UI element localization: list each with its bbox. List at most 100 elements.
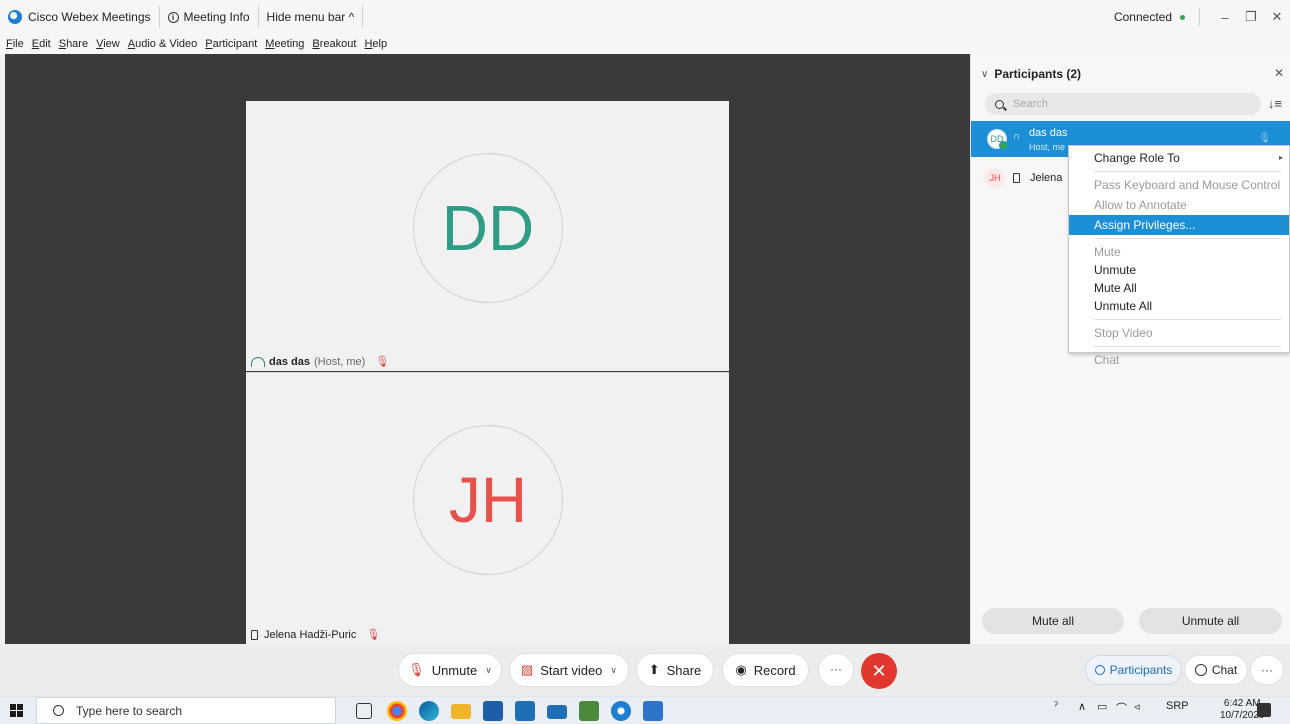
panel-more-button[interactable]: ···	[1250, 655, 1284, 685]
menu-view[interactable]: View	[96, 38, 120, 50]
video-off-icon: ▨	[520, 662, 534, 677]
menu-allow-annotate: Allow to Annotate	[1094, 198, 1187, 212]
photos-icon[interactable]	[579, 701, 599, 721]
menu-file[interactable]: File	[6, 38, 24, 50]
tile-name: das das	[269, 355, 310, 368]
close-panel-icon[interactable]: ✕	[1274, 66, 1284, 80]
volume-icon[interactable]: ◃	[1134, 700, 1140, 713]
tile-name: Jelena Hadži-Puric	[264, 628, 357, 641]
headset-icon	[251, 356, 265, 367]
mail-icon[interactable]	[547, 705, 567, 719]
taskbar-search-placeholder: Type here to search	[76, 703, 183, 718]
menu-divider	[1094, 319, 1281, 320]
participant-name: das das	[1029, 127, 1068, 139]
mute-all-button[interactable]: Mute all	[982, 608, 1124, 634]
share-icon: ⬆︎	[648, 662, 660, 677]
avatar: JH	[985, 168, 1005, 188]
panel-title: Participants (2)	[994, 67, 1082, 81]
participants-header[interactable]: ∨ Participants (2)	[981, 64, 1281, 84]
menu-edit[interactable]: Edit	[32, 38, 51, 50]
unmute-all-button[interactable]: Unmute all	[1139, 608, 1282, 634]
menu-meeting[interactable]: Meeting	[265, 38, 304, 50]
presence-badge-icon	[999, 141, 1008, 150]
phone-icon	[1013, 173, 1020, 183]
windows-start-icon[interactable]	[10, 704, 23, 717]
task-view-icon[interactable]	[356, 703, 372, 719]
menu-mute-all[interactable]: Mute All	[1069, 278, 1289, 298]
chat-button[interactable]: Chat	[1184, 655, 1248, 685]
close-window-button[interactable]: ✕	[1264, 9, 1290, 25]
menu-chat: Chat	[1094, 353, 1120, 367]
menu-unmute[interactable]: Unmute	[1069, 260, 1289, 280]
menu-assign-privileges[interactable]: Assign Privileges...	[1069, 215, 1289, 235]
mic-muted-icon: 🎙︎	[375, 356, 390, 368]
participant-role: Host, me	[1029, 142, 1066, 152]
hide-menu-bar-button[interactable]: Hide menu bar ^	[259, 6, 364, 28]
app-title[interactable]: Cisco Webex Meetings	[0, 6, 160, 28]
chevron-down-icon: ∨	[981, 68, 989, 80]
participant-context-menu: Change Role To ▸ Pass Keyboard and Mouse…	[1068, 145, 1290, 367]
menu-help[interactable]: Help	[364, 38, 387, 50]
phone-icon	[251, 629, 258, 640]
file-explorer-icon[interactable]	[451, 704, 471, 719]
chevron-up-icon[interactable]: ∧	[1078, 700, 1086, 713]
record-label: Record	[753, 662, 796, 678]
info-icon: i	[167, 11, 179, 23]
meeting-info-button[interactable]: i Meeting Info	[160, 6, 259, 28]
connection-status: Connected	[1114, 8, 1200, 26]
start-video-button[interactable]: ▨ Start video ∨	[509, 653, 629, 687]
video-tile-guest[interactable]: JH Jelena Hadži-Puric 🎙︎	[246, 372, 729, 644]
share-button[interactable]: ⬆︎ Share	[636, 653, 714, 687]
store-icon[interactable]	[515, 701, 535, 721]
meeting-controls-bar: 🎙︎ Unmute ∨ ▨ Start video ∨ ⬆︎ Share ◉ R…	[0, 644, 1290, 696]
chrome-icon[interactable]	[387, 701, 407, 721]
unmute-label: Unmute	[431, 662, 478, 678]
chevron-down-icon[interactable]: ∨	[485, 665, 492, 676]
webex-taskbar-icon[interactable]	[611, 701, 631, 721]
battery-icon[interactable]: ▭	[1097, 700, 1107, 713]
meeting-info-label: Meeting Info	[183, 10, 250, 24]
hide-menu-bar-label: Hide menu bar ^	[266, 10, 355, 24]
webex-logo-icon	[8, 10, 22, 24]
status-dot-icon	[1180, 14, 1185, 20]
menu-unmute-all[interactable]: Unmute All	[1069, 296, 1289, 316]
menu-stop-video: Stop Video	[1094, 326, 1153, 340]
app-icon[interactable]	[483, 701, 503, 721]
record-button[interactable]: ◉ Record	[722, 653, 809, 687]
menu-breakout[interactable]: Breakout	[312, 38, 356, 50]
video-stage: DD das das (Host, me) 🎙︎ JH Jelena Hadži…	[5, 54, 970, 644]
menu-change-role[interactable]: Change Role To ▸	[1069, 148, 1289, 168]
end-meeting-button[interactable]: ✕	[861, 653, 897, 689]
unmute-button[interactable]: 🎙︎ Unmute ∨	[398, 653, 502, 687]
participants-button[interactable]: Participants	[1085, 655, 1182, 685]
chevron-down-icon[interactable]: ∨	[610, 665, 617, 676]
search-input[interactable]: Search	[985, 93, 1261, 115]
video-tile-host[interactable]: DD das das (Host, me) 🎙︎	[246, 101, 729, 371]
menu-share[interactable]: Share	[59, 38, 88, 50]
participants-label: Participants	[1109, 663, 1173, 677]
search-placeholder: Search	[1013, 98, 1048, 110]
minimize-button[interactable]: –	[1212, 10, 1238, 25]
participant-name: Jelena	[1030, 172, 1063, 184]
tile-name-label: Jelena Hadži-Puric 🎙︎	[251, 628, 380, 641]
edge-icon[interactable]	[419, 701, 439, 721]
app-name: Cisco Webex Meetings	[28, 10, 151, 24]
wifi-icon[interactable]: ⌒	[1116, 700, 1127, 716]
document-icon[interactable]	[643, 701, 663, 721]
more-options-button[interactable]: ···	[818, 653, 854, 687]
mic-muted-icon: 🎙︎	[1258, 133, 1271, 144]
sort-icon[interactable]: ↓≡	[1268, 96, 1282, 111]
windows-taskbar: Type here to search ˀ ∧ ▭ ⌒ ◃ SRP 6:42 A…	[0, 696, 1290, 724]
taskbar-search-input[interactable]: Type here to search	[36, 697, 336, 724]
menu-bar: File Edit Share View Audio & Video Parti…	[0, 34, 1290, 54]
menu-audio-video[interactable]: Audio & Video	[128, 38, 198, 50]
headset-icon: ∩	[1013, 131, 1021, 142]
people-icon[interactable]: ˀ	[1054, 700, 1058, 712]
submenu-arrow-icon: ▸	[1278, 153, 1283, 162]
language-indicator[interactable]: SRP	[1166, 700, 1189, 712]
menu-participant[interactable]: Participant	[205, 38, 257, 50]
restore-button[interactable]: ❐	[1238, 9, 1264, 25]
menu-mute: Mute	[1094, 245, 1121, 259]
webex-window: Cisco Webex Meetings i Meeting Info Hide…	[0, 0, 1290, 724]
notification-icon[interactable]	[1257, 703, 1271, 717]
